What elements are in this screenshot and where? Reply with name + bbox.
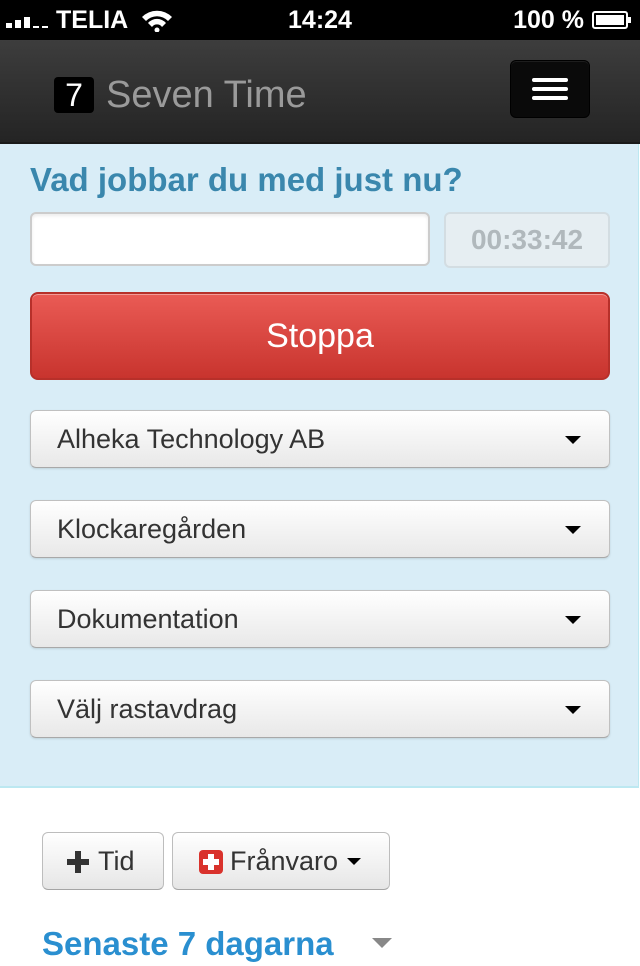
elapsed-timer: 00:33:42 <box>444 212 610 268</box>
caret-down-icon <box>565 706 581 714</box>
activity-select[interactable]: Dokumentation <box>30 590 610 648</box>
add-time-label: Tid <box>98 846 135 876</box>
brand-logo-badge[interactable]: 7 <box>54 77 94 113</box>
add-absence-dropdown-button[interactable]: Frånvaro <box>172 832 390 890</box>
customer-select-value: Alheka Technology AB <box>57 424 326 454</box>
caret-down-icon <box>565 526 581 534</box>
stop-button[interactable]: Stoppa <box>30 292 610 380</box>
project-select[interactable]: Klockaregården <box>30 500 610 558</box>
hamburger-line <box>532 96 568 100</box>
menu-toggle-button[interactable] <box>510 60 590 118</box>
hamburger-line <box>532 87 568 91</box>
battery-percentage: 100 % <box>513 6 584 34</box>
time-tracker-panel: Vad jobbar du med just nu? 00:33:42 Stop… <box>0 144 639 788</box>
caret-down-icon <box>347 858 361 865</box>
plus-icon <box>67 851 89 873</box>
caret-down-icon <box>565 436 581 444</box>
activity-select-value: Dokumentation <box>57 604 239 634</box>
add-time-button[interactable]: Tid <box>42 832 164 890</box>
project-select-value: Klockaregården <box>57 514 247 544</box>
hamburger-menu-icon <box>532 78 568 82</box>
chevron-down-icon[interactable] <box>372 938 392 948</box>
add-absence-label: Frånvaro <box>230 846 339 876</box>
battery-icon <box>592 11 631 29</box>
top-navbar: 7 Seven Time <box>0 40 640 144</box>
break-deduction-select[interactable]: Välj rastavdrag <box>30 680 610 738</box>
break-select-value: Välj rastavdrag <box>57 694 238 724</box>
recent-days-heading[interactable]: Senaste 7 dagarna <box>42 922 334 966</box>
task-description-input[interactable] <box>30 212 430 266</box>
status-bar: TELIA 14:24 100 % <box>0 0 640 40</box>
customer-select[interactable]: Alheka Technology AB <box>30 410 610 468</box>
brand-name[interactable]: Seven Time <box>106 73 307 117</box>
tracker-question-heading: Vad jobbar du med just nu? <box>30 161 463 198</box>
medical-cross-icon <box>199 850 223 874</box>
caret-down-icon <box>565 616 581 624</box>
